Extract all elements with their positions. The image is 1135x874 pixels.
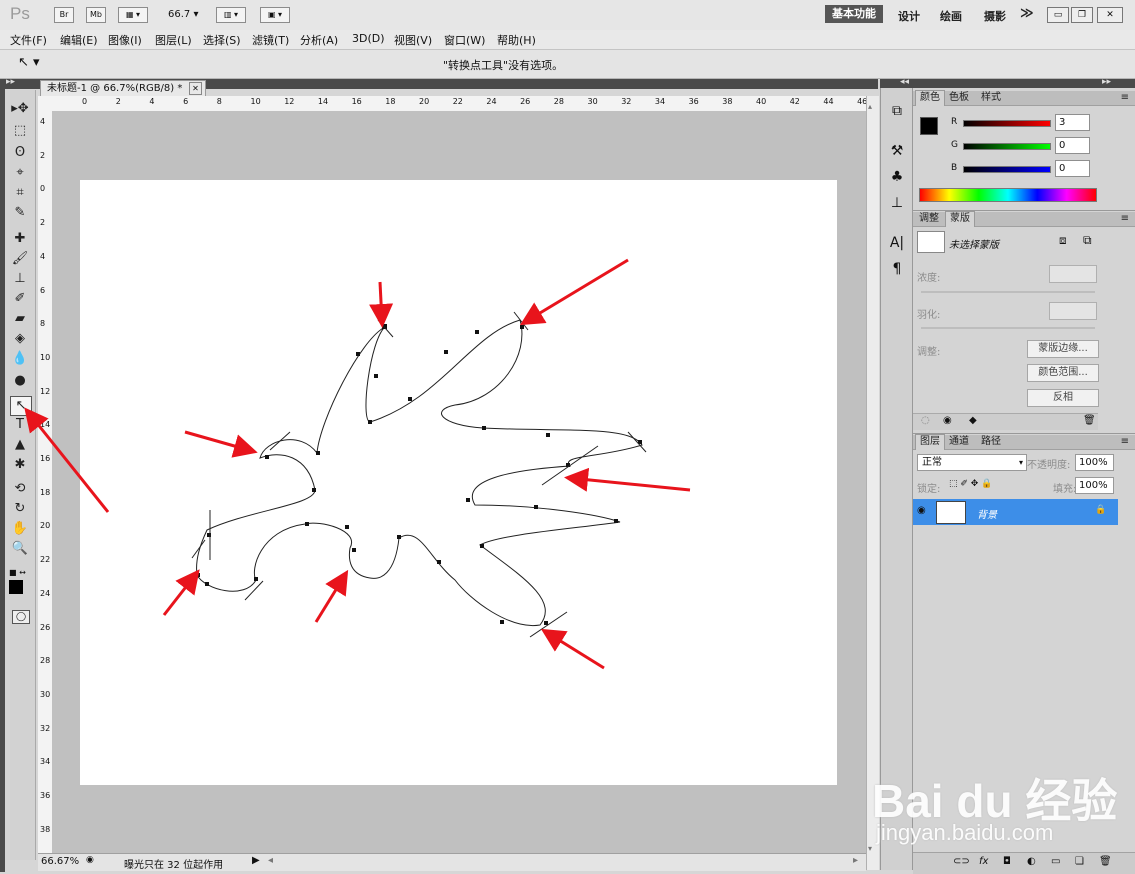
masks-footer: ◌ ◉ ◆ 🗑 (913, 413, 1098, 430)
add-mask-icon[interactable]: ◘ (1003, 856, 1011, 867)
character-panel-icon[interactable]: A| (887, 234, 907, 252)
tab-swatches[interactable]: 色板 (945, 91, 973, 105)
vertical-scrollbar[interactable]: ▴ ▾ (866, 96, 879, 870)
add-vector-mask-icon[interactable]: ⧉ (1083, 233, 1092, 248)
panel-menu-icon[interactable]: ≡ (1117, 91, 1133, 105)
mask-thumbnail (917, 231, 945, 253)
mask-edge-button[interactable]: 蒙版边缘... (1027, 340, 1099, 358)
b-label: B (951, 163, 958, 173)
fill-input[interactable]: 100% (1075, 477, 1114, 494)
vscroll-up-icon[interactable]: ▴ (868, 102, 872, 111)
density-slider[interactable] (921, 291, 1095, 293)
layer-name[interactable]: 背景 (977, 506, 997, 521)
hscroll-right-icon[interactable]: ▸ (853, 855, 858, 866)
color-range-button[interactable]: 颜色范围... (1027, 364, 1099, 382)
status-info-text: 曝光只在 32 位起作用 (124, 860, 224, 871)
lock-label: 锁定: (917, 484, 941, 495)
opacity-input[interactable]: 100% (1075, 454, 1114, 471)
lock-icons[interactable]: ⬚ ✐ ✥ 🔒 (949, 479, 992, 489)
new-group-icon[interactable]: ▭ (1051, 856, 1060, 867)
no-mask-label: 未选择蒙版 (949, 240, 999, 251)
layer-thumbnail (936, 501, 966, 524)
tab-masks[interactable]: 蒙版 (945, 211, 975, 227)
invert-button[interactable]: 反相 (1027, 389, 1099, 407)
document-status-bar: 66.67% ◉ 曝光只在 32 位起作用 ▶ ◂ ▸ (38, 853, 866, 871)
layer-visibility-eye-icon[interactable]: ◉ (917, 505, 926, 516)
direction-handles (191, 311, 647, 638)
g-value-input[interactable]: 0 (1055, 137, 1090, 154)
clone-source-icon[interactable]: ⊥ (887, 194, 907, 212)
paragraph-panel-icon[interactable]: ¶ (887, 260, 907, 278)
layers-panel-menu-icon[interactable]: ≡ (1117, 435, 1133, 449)
load-selection-icon[interactable]: ◌ (921, 415, 930, 426)
density-input[interactable] (1049, 265, 1097, 283)
tab-paths[interactable]: 路径 (977, 435, 1005, 449)
anchor-points (196, 324, 642, 625)
baidu-watermark-url: jingyan.baidu.com (876, 820, 1054, 845)
feather-slider[interactable] (921, 327, 1095, 329)
blend-mode-value: 正常 (922, 457, 942, 468)
refine-label: 调整: (917, 347, 941, 358)
apply-mask-icon[interactable]: ◆ (969, 415, 977, 426)
density-label: 浓度: (917, 273, 941, 284)
color-fg-swatch[interactable] (920, 117, 938, 135)
chevron-down-icon: ▾ (1018, 458, 1023, 467)
masks-panel-menu-icon[interactable]: ≡ (1117, 212, 1133, 226)
status-zoom-field[interactable]: 66.67% (41, 856, 79, 867)
layers-footer: ⊂⊃ fx ◘ ◐ ▭ ❏ 🗑 (913, 852, 1135, 874)
tab-channels[interactable]: 通道 (945, 435, 973, 449)
layer-style-fx-icon[interactable]: fx (979, 856, 988, 867)
new-layer-icon[interactable]: ❏ (1075, 856, 1084, 867)
opacity-label: 不透明度: (1027, 460, 1071, 471)
tab-adjustments[interactable]: 调整 (915, 212, 943, 226)
b-value-input[interactable]: 0 (1055, 160, 1090, 177)
work-path (196, 319, 643, 627)
link-layers-icon[interactable]: ⊂⊃ (953, 856, 970, 867)
visibility-eye-icon[interactable]: ◉ (943, 415, 952, 426)
tab-color[interactable]: 颜色 (915, 90, 945, 106)
color-spectrum-bar[interactable] (919, 188, 1097, 202)
status-menu-arrow-icon[interactable]: ▶ (252, 855, 260, 866)
layer-row-background[interactable]: ◉ 背景 🔒 (913, 499, 1118, 525)
g-slider[interactable] (963, 143, 1051, 150)
history-panel-icon[interactable]: ⧉ (887, 102, 907, 120)
hscroll-left-icon[interactable]: ◂ (268, 855, 273, 866)
layer-lock-icon: 🔒 (1095, 505, 1107, 515)
add-pixel-mask-icon[interactable]: ⧈ (1059, 233, 1067, 248)
b-slider[interactable] (963, 166, 1051, 173)
vscroll-down-icon[interactable]: ▾ (868, 844, 872, 853)
delete-mask-icon[interactable]: 🗑 (1083, 415, 1096, 426)
feather-input[interactable] (1049, 302, 1097, 320)
color-panel: 颜色 色板 样式 ≡ R 3 G 0 B 0 (913, 88, 1135, 210)
tab-layers[interactable]: 图层 (915, 434, 945, 450)
r-slider[interactable] (963, 120, 1051, 127)
fill-label: 填充: (1053, 484, 1077, 495)
tab-styles[interactable]: 样式 (977, 91, 1005, 105)
feather-label: 羽化: (917, 310, 941, 321)
status-info-icon[interactable]: ◉ (86, 855, 94, 865)
g-label: G (951, 140, 958, 150)
r-value-input[interactable]: 3 (1055, 114, 1090, 131)
adjustment-layer-icon[interactable]: ◐ (1027, 856, 1036, 867)
blend-mode-select[interactable]: 正常 ▾ (917, 454, 1027, 471)
tool-presets-icon[interactable]: ⚒ (887, 142, 907, 160)
r-label: R (951, 117, 958, 127)
delete-layer-icon[interactable]: 🗑 (1099, 856, 1112, 867)
annotation-arrows (24, 258, 691, 670)
collapsed-panel-dock: ⧉ ⚒ ♣ ⊥ A| ¶ (880, 88, 913, 870)
masks-panel: 调整 蒙版 ≡ 未选择蒙版 ⧈ ⧉ 浓度: 羽化: 调整: 蒙版边缘... 颜色… (913, 210, 1135, 433)
brush-presets-icon[interactable]: ♣ (887, 168, 907, 186)
